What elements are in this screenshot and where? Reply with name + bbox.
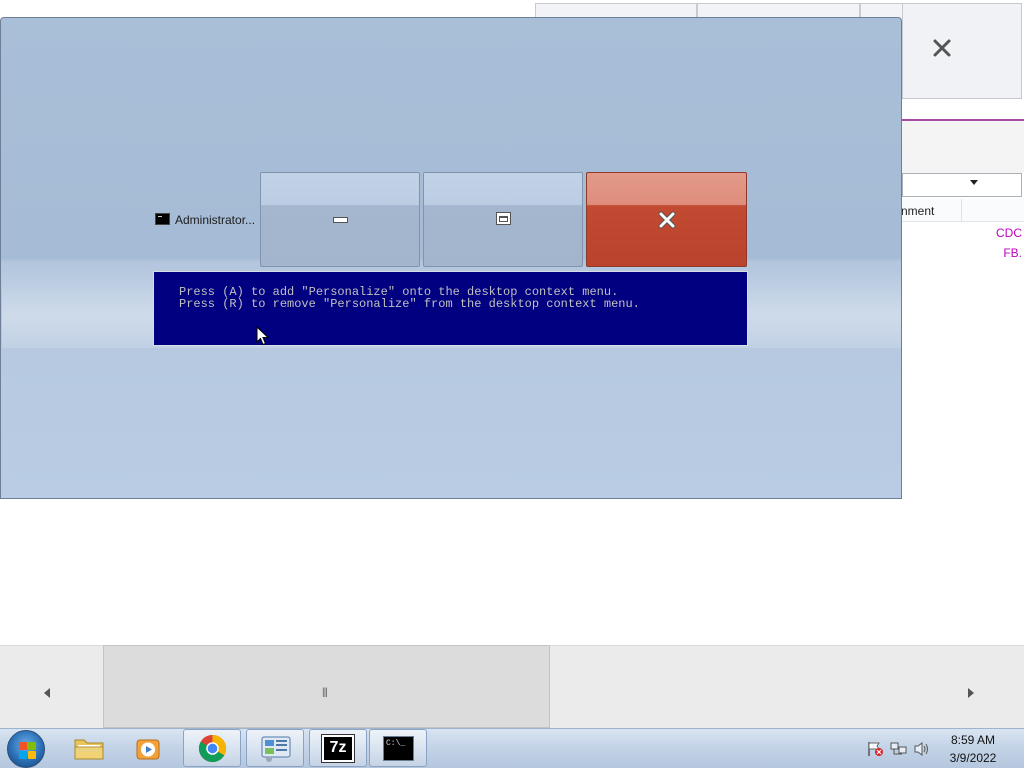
- minimize-button[interactable]: [260, 172, 420, 267]
- volume-icon[interactable]: [913, 741, 931, 757]
- start-button[interactable]: [7, 730, 45, 768]
- console-preview: Press (A) to add "Personalize" onto the …: [153, 271, 748, 346]
- scroll-left-icon[interactable]: [44, 688, 50, 698]
- peek-window-title: Administrator...: [175, 213, 256, 227]
- network-icon[interactable]: [890, 741, 908, 757]
- folder-icon: [74, 739, 104, 760]
- action-center-flag-icon[interactable]: [866, 741, 884, 757]
- taskbar-item-media-player[interactable]: [120, 729, 178, 767]
- close-button[interactable]: [586, 172, 747, 267]
- taskbar-item-chrome[interactable]: [183, 729, 241, 767]
- chevron-down-icon[interactable]: [970, 180, 978, 185]
- taskbar-item-explorer[interactable]: [60, 729, 118, 767]
- cmd-icon: [155, 213, 170, 225]
- minimize-icon: [333, 217, 348, 223]
- windows-logo-icon: [19, 742, 27, 750]
- close-icon: [658, 211, 676, 229]
- windows-logo-icon-part: [28, 751, 36, 759]
- grip-icon: |||: [322, 687, 328, 698]
- filter-dropdown[interactable]: [902, 173, 1022, 197]
- maximize-button[interactable]: [423, 172, 583, 267]
- 7zip-label: 7z: [329, 739, 347, 756]
- taskbar-item-command-prompt[interactable]: C:\_: [369, 729, 427, 767]
- 7zip-icon: 7z: [321, 734, 355, 763]
- clock-date[interactable]: 3/9/2022: [935, 751, 1011, 765]
- windows-logo-icon-part: [28, 742, 36, 750]
- cmd-icon-label: C:\_: [386, 739, 406, 748]
- windows-logo-icon-part: [19, 751, 27, 759]
- maximize-icon: [496, 212, 511, 225]
- mouse-cursor-icon: [256, 326, 270, 346]
- column-divider[interactable]: [961, 199, 962, 221]
- scroll-right-icon[interactable]: [968, 688, 974, 698]
- table-cell[interactable]: FB.: [1003, 246, 1022, 260]
- taskbar-item-7zip[interactable]: 7z: [309, 729, 367, 767]
- column-header-label: nment: [901, 204, 935, 218]
- chrome-icon: [198, 734, 227, 763]
- cmd-icon: C:\_: [383, 736, 414, 761]
- console-line: Press (R) to remove "Personalize" from t…: [179, 297, 640, 311]
- table-cell[interactable]: CDC: [996, 226, 1022, 240]
- toolbar-band: [902, 121, 1024, 173]
- media-player-icon: [136, 739, 160, 760]
- taskbar-item-control-panel[interactable]: [246, 729, 304, 767]
- close-icon[interactable]: [932, 38, 952, 58]
- background-close-panel[interactable]: [902, 3, 1022, 99]
- clock-time[interactable]: 8:59 AM: [935, 733, 1011, 747]
- control-panel-icon: [261, 736, 291, 762]
